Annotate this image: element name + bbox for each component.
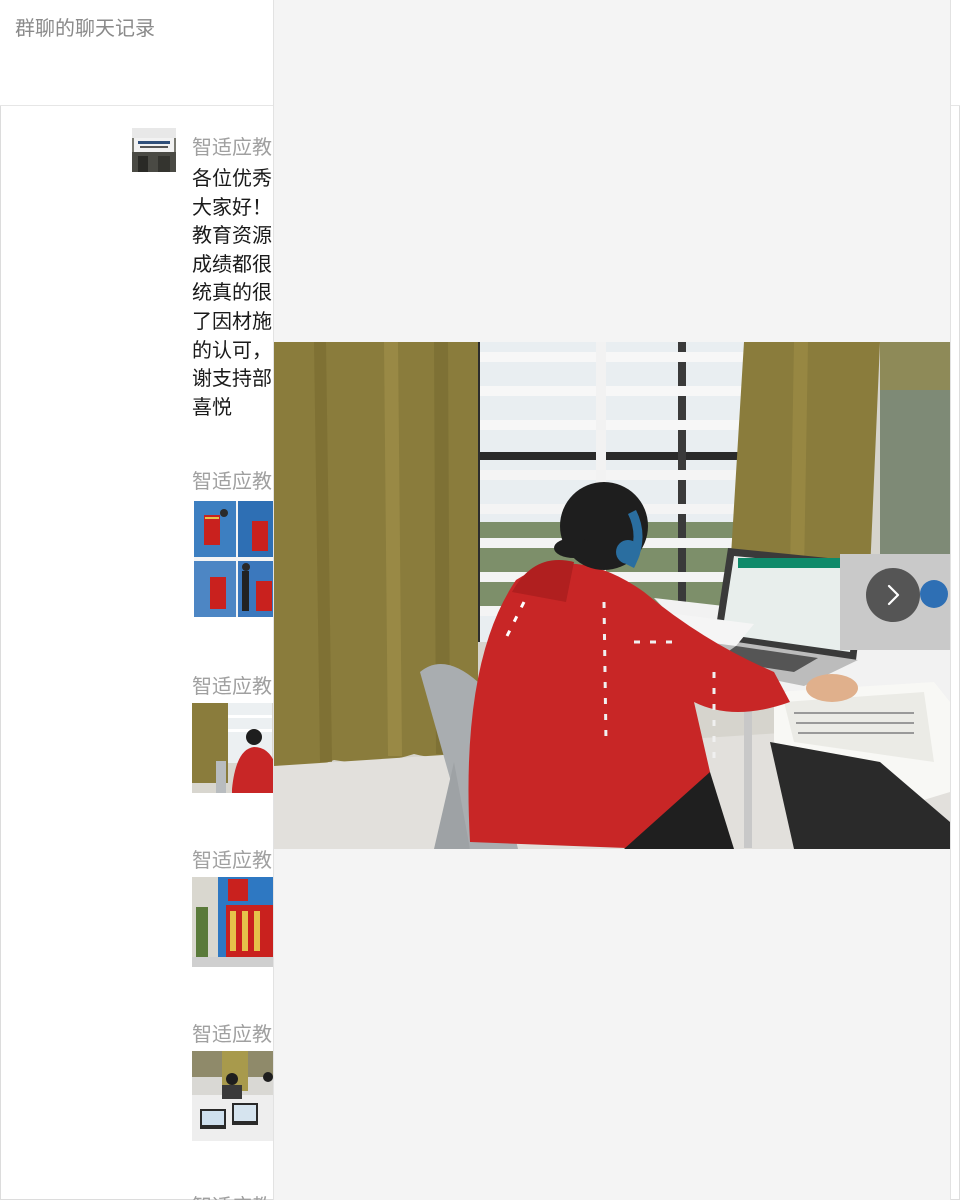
message-sender: 智适应教	[192, 1190, 272, 1200]
message-sender: 智适应教	[192, 848, 272, 872]
avatar[interactable]	[132, 128, 176, 172]
image-viewer	[273, 0, 951, 1200]
message-sender: 智适应教	[192, 1022, 272, 1046]
message-sender: 智适应教	[192, 674, 272, 698]
viewer-image[interactable]	[274, 342, 950, 849]
message-sender: 智适应教	[192, 469, 272, 493]
page-title: 群聊的聊天记录	[15, 16, 155, 40]
message-sender: 智适应教	[192, 135, 272, 159]
chevron-right-icon	[887, 584, 900, 606]
next-image-button[interactable]	[866, 568, 920, 622]
